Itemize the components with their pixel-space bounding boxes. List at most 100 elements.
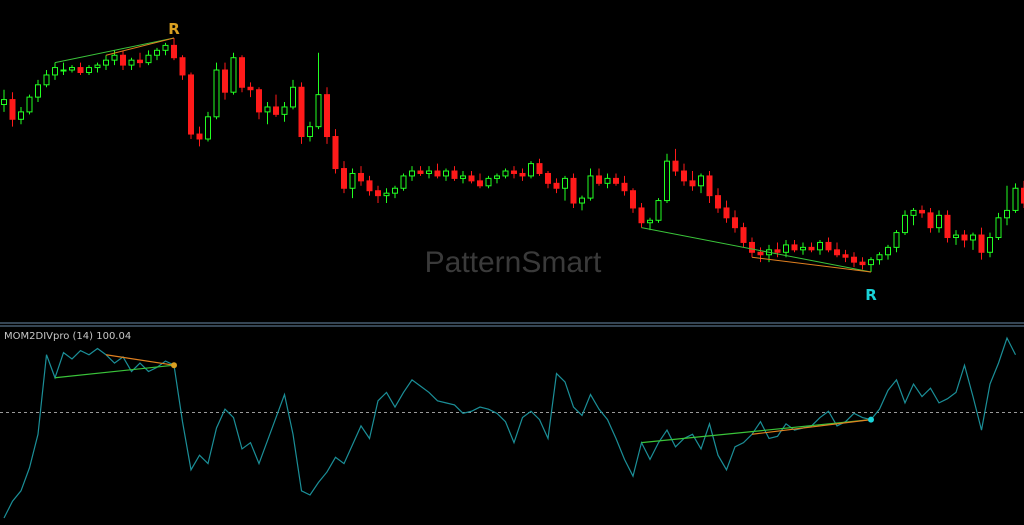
candle-body xyxy=(315,94,322,128)
candle-body xyxy=(341,168,347,189)
candle-body xyxy=(910,209,917,216)
candle-body xyxy=(987,237,993,253)
candle-body xyxy=(366,180,373,192)
candle-body xyxy=(477,180,483,187)
candle-body xyxy=(400,175,407,189)
candle-body xyxy=(69,67,75,71)
candle-body xyxy=(808,246,815,251)
candle-body xyxy=(460,175,466,179)
candle-body xyxy=(893,232,900,248)
candle-body xyxy=(936,214,942,229)
candle-body xyxy=(375,190,381,197)
candle-body xyxy=(111,54,118,61)
candle-body xyxy=(774,249,781,253)
reversal-marker-label: R xyxy=(168,20,180,38)
candle-body xyxy=(664,160,670,202)
candle-body xyxy=(749,241,755,253)
candle-body xyxy=(647,219,653,224)
candle-body xyxy=(970,234,976,241)
candle-body xyxy=(528,163,534,177)
candle-body xyxy=(604,177,611,184)
candle-body xyxy=(434,170,441,177)
candle-body xyxy=(26,96,33,113)
indicator-marker-dot xyxy=(171,362,177,369)
candle-body xyxy=(995,217,1002,239)
candle-body xyxy=(851,256,857,263)
candle-body xyxy=(443,170,449,177)
candle-body xyxy=(332,136,339,170)
candle-body xyxy=(273,106,279,115)
candle-body xyxy=(630,190,636,209)
candle-body xyxy=(256,89,262,113)
candle-body xyxy=(494,175,500,179)
candle-body xyxy=(179,57,186,76)
candle-body xyxy=(834,249,840,256)
candle-body xyxy=(383,192,390,197)
candle-body xyxy=(825,241,832,251)
candle-body xyxy=(706,175,713,197)
candle-body xyxy=(298,86,305,138)
candle-body xyxy=(817,241,823,251)
candle-body xyxy=(290,86,296,108)
candle-body xyxy=(579,197,585,204)
candle-body xyxy=(349,172,356,189)
candle-body xyxy=(519,172,526,177)
candle-body xyxy=(213,69,220,118)
candle-body xyxy=(783,244,789,253)
candle-body xyxy=(485,177,492,187)
candle-body xyxy=(570,177,577,204)
candle-body xyxy=(757,251,764,256)
candle-body xyxy=(876,254,883,261)
candle-body xyxy=(868,259,874,266)
candle-body xyxy=(859,261,866,266)
candle-body xyxy=(451,170,458,179)
candle-body xyxy=(621,182,628,192)
candle-body xyxy=(1004,209,1010,219)
candle-body xyxy=(511,170,517,174)
candle-body xyxy=(502,170,509,177)
candle-body xyxy=(60,69,67,72)
candle-body xyxy=(562,177,568,189)
candle-body xyxy=(672,160,679,172)
candle-body xyxy=(689,180,696,187)
candle-body xyxy=(52,67,58,76)
candle-body xyxy=(120,54,126,66)
candle-body xyxy=(196,133,203,140)
candle-body xyxy=(281,106,288,115)
candle-body xyxy=(732,217,738,229)
candle-body xyxy=(247,86,254,91)
candle-body xyxy=(222,69,228,93)
candle-body xyxy=(18,111,24,120)
candle-body xyxy=(77,67,84,73)
candle-body xyxy=(1012,187,1019,211)
candle-body xyxy=(392,187,398,194)
candle-body xyxy=(536,163,543,174)
candle-body xyxy=(919,209,925,214)
candle-body xyxy=(885,246,891,256)
candle-body xyxy=(800,246,806,251)
indicator-marker-dot xyxy=(868,416,874,423)
indicator-label: MOM2DIVpro (14) 100.04 xyxy=(4,331,131,342)
candle-body xyxy=(171,44,177,59)
candle-body xyxy=(468,175,475,182)
candle-body xyxy=(128,59,135,66)
candle-body xyxy=(188,74,194,135)
candle-body xyxy=(681,170,687,182)
reversal-marker-label: R xyxy=(865,286,877,304)
candle-body xyxy=(324,94,330,138)
candle-body xyxy=(137,59,143,64)
candle-body xyxy=(145,54,152,64)
candle-body xyxy=(426,170,432,174)
candle-body xyxy=(545,172,551,184)
candle-body xyxy=(230,57,237,93)
candle-body xyxy=(978,234,985,253)
candle-body xyxy=(162,44,169,51)
candle-body xyxy=(43,74,50,86)
candle-body xyxy=(791,244,798,251)
candle-body xyxy=(35,84,41,98)
candle-body xyxy=(723,207,730,219)
candle-body xyxy=(239,57,245,88)
candle-body xyxy=(902,214,908,234)
candle-body xyxy=(409,170,415,177)
candle-body xyxy=(613,177,619,184)
